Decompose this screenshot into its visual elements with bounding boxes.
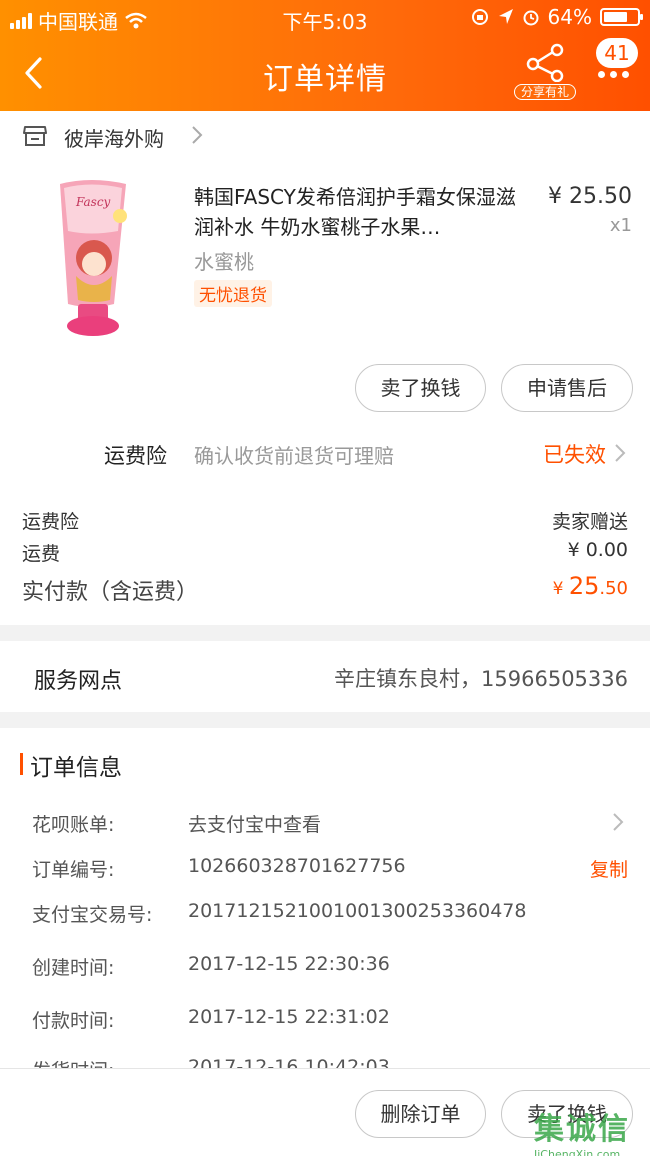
copy-button[interactable]: 复制 xyxy=(590,855,628,882)
orientation-lock-icon xyxy=(471,9,488,25)
fee-row-shipping: 运费 ¥ 0.00 xyxy=(22,539,630,566)
paid-time-label: 付款时间: xyxy=(32,1010,115,1032)
return-policy-badge: 无忧退货 xyxy=(194,280,272,307)
created-time-value: 2017-12-15 22:30:36 xyxy=(188,953,390,975)
huabei-value: 去支付宝中查看 xyxy=(188,814,322,836)
service-point-label: 服务网点 xyxy=(34,669,123,694)
battery-icon xyxy=(600,8,643,26)
sell-for-cash-button[interactable]: 卖了换钱 xyxy=(355,364,486,412)
product-image-brand: Fascy xyxy=(75,195,111,209)
store-icon xyxy=(23,126,47,146)
order-number-label: 订单编号: xyxy=(32,859,115,881)
total-decimal: .50 xyxy=(599,578,628,599)
huabei-label: 花呗账单: xyxy=(32,814,115,836)
fee-label: 运费 xyxy=(22,543,61,565)
status-bar: 中国联通 下午5:03 64% xyxy=(0,0,650,36)
fee-label: 运费险 xyxy=(22,511,80,533)
share-label: 分享有礼 xyxy=(514,84,576,100)
section-divider xyxy=(0,625,650,641)
total-label: 实付款（含运费） xyxy=(22,580,199,605)
watermark-sub: JiChengXin.com xyxy=(534,1148,621,1156)
service-point-value: 辛庄镇东良村，15966505336 xyxy=(334,667,628,691)
location-icon xyxy=(498,9,513,24)
shipping-insurance-desc: 确认收货前退货可理赔 xyxy=(194,444,394,468)
chevron-right-icon xyxy=(192,126,203,144)
chevron-right-icon[interactable] xyxy=(614,443,626,463)
order-info-title: 订单信息 xyxy=(20,748,122,782)
status-right: 64% xyxy=(470,5,643,29)
battery-percent: 64% xyxy=(547,5,592,29)
fee-value: 卖家赠送 xyxy=(551,511,628,533)
product-price: ¥ 25.50 xyxy=(548,184,632,209)
site-watermark: 集诚信 JiChengXin.com xyxy=(534,1104,646,1156)
product-quantity: x1 xyxy=(609,215,632,236)
created-time-label: 创建时间: xyxy=(32,957,115,979)
total-integer: 25 xyxy=(568,572,600,600)
share-button[interactable]: 分享有礼 xyxy=(514,42,576,100)
total-currency: ¥ xyxy=(552,579,569,599)
alarm-icon xyxy=(523,10,539,26)
chevron-right-icon xyxy=(613,813,624,831)
alipay-number-label: 支付宝交易号: xyxy=(32,904,153,926)
paid-time-value: 2017-12-15 22:31:02 xyxy=(188,1006,390,1028)
shipping-insurance-label: 运费险 xyxy=(104,444,167,468)
section-divider xyxy=(0,712,650,728)
order-number-value: 102660328701627756 xyxy=(188,855,406,877)
shipping-insurance-status[interactable]: 已失效 xyxy=(543,439,606,469)
more-menu-button[interactable]: 41 xyxy=(594,38,640,84)
product-image[interactable]: Fascy xyxy=(36,176,146,341)
product-sku: 水蜜桃 xyxy=(194,250,254,274)
product-title[interactable]: 韩国FASCY发希倍润护手霜女保湿滋润补水 牛奶水蜜桃子水果… xyxy=(194,182,534,242)
store-name: 彼岸海外购 xyxy=(64,127,164,151)
fee-value: ¥ 0.00 xyxy=(567,539,628,561)
after-sale-button[interactable]: 申请售后 xyxy=(501,364,633,412)
more-dots-icon xyxy=(598,71,629,78)
notification-badge: 41 xyxy=(596,38,638,68)
total-amount: ¥ 25.50 xyxy=(553,572,628,600)
watermark-text: 集诚信 xyxy=(534,1112,630,1147)
fee-row-insurance: 运费险 卖家赠送 xyxy=(22,507,630,534)
alipay-number-value: 2017121521001001300253360478 xyxy=(188,900,527,922)
share-icon xyxy=(526,43,564,82)
app-header: 中国联通 下午5:03 64% 订单详情 分享有礼 41 xyxy=(0,0,650,111)
store-row[interactable]: 彼岸海外购 xyxy=(0,111,650,161)
navbar: 订单详情 分享有礼 41 xyxy=(0,36,650,111)
delete-order-button[interactable]: 删除订单 xyxy=(355,1090,486,1138)
total-row: 实付款（含运费） ¥ 25.50 xyxy=(22,572,630,606)
